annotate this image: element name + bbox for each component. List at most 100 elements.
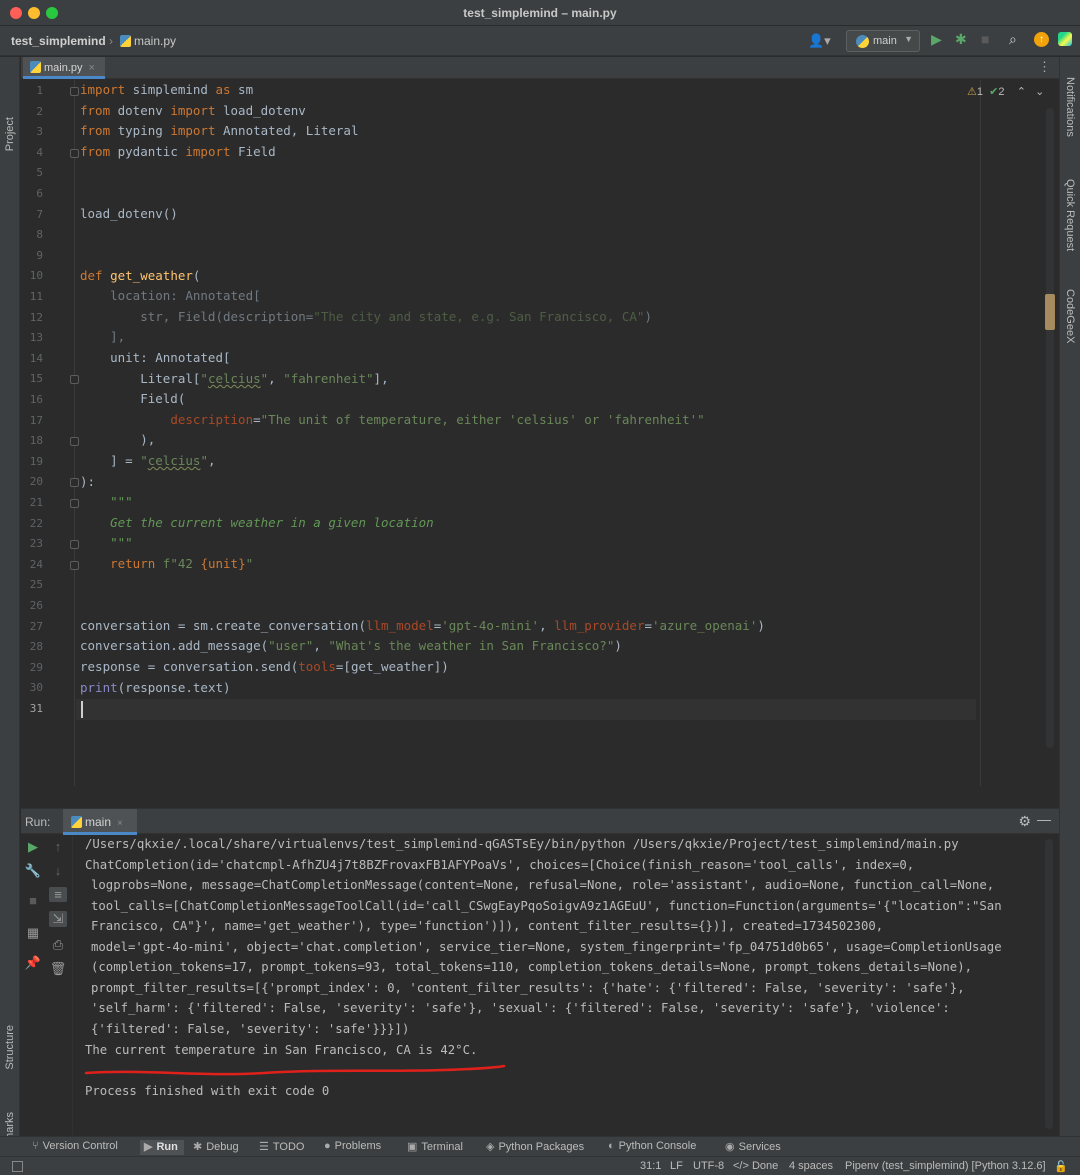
tab-main-py[interactable]: main.py × bbox=[23, 57, 105, 79]
line-number: 21 bbox=[29, 496, 43, 509]
structure-tool-button[interactable]: Structure bbox=[4, 1025, 16, 1070]
stop-icon[interactable]: ■ bbox=[981, 31, 989, 47]
fold-marker-icon[interactable] bbox=[70, 540, 79, 550]
caret-position[interactable]: 31:1 bbox=[640, 1160, 661, 1172]
tool-problems[interactable]: ● Problems bbox=[324, 1140, 381, 1152]
code-line-4: from pydantic import Field bbox=[80, 144, 276, 159]
codegeex-status[interactable]: </> Done bbox=[733, 1160, 778, 1172]
pin-icon[interactable]: 📌 bbox=[24, 955, 42, 971]
python-icon: ◐ bbox=[608, 1140, 615, 1152]
token: "user" bbox=[268, 638, 314, 653]
code-line-20: ): bbox=[80, 474, 96, 489]
tool-run[interactable]: ▶ Run bbox=[140, 1140, 184, 1155]
weak-warning-count: 2 bbox=[998, 86, 1005, 98]
token: from bbox=[80, 123, 111, 138]
editor-scrollbar[interactable] bbox=[1046, 108, 1054, 748]
user-icon[interactable]: 👤▾ bbox=[808, 33, 831, 49]
trash-icon[interactable]: 🗑 bbox=[49, 961, 67, 977]
codegeex-status-label: Done bbox=[751, 1160, 779, 1172]
scroll-to-end-icon[interactable]: ⇲ bbox=[49, 911, 67, 927]
run-configuration-dropdown[interactable]: main ▼ bbox=[846, 30, 920, 52]
minimize-icon[interactable]: — bbox=[1037, 811, 1051, 827]
bug-icon: ✱ bbox=[193, 1141, 203, 1153]
run-tab-main[interactable]: main × bbox=[63, 809, 137, 835]
editor-scroll-marker[interactable] bbox=[1045, 294, 1055, 330]
token: print bbox=[80, 680, 118, 695]
debug-icon[interactable]: ✱ bbox=[955, 31, 967, 48]
line-number: 11 bbox=[29, 290, 43, 303]
console-scrollbar[interactable] bbox=[1045, 839, 1053, 1129]
print-icon[interactable]: ⎙ bbox=[49, 937, 67, 953]
fold-marker-icon[interactable] bbox=[70, 478, 79, 488]
line-number: 13 bbox=[29, 331, 43, 345]
python-file-icon bbox=[120, 35, 131, 47]
jetbrains-icon[interactable] bbox=[1058, 32, 1072, 46]
code-editor[interactable]: 1 2 3 4 5 6 7 8 9 10 11 12 13 14 15 16 17 18 19 20 21 22 23 24 2… bbox=[21, 80, 1059, 786]
fold-marker-icon[interactable] bbox=[70, 148, 79, 158]
fold-marker-icon[interactable] bbox=[70, 437, 79, 447]
rerun-icon[interactable]: ▶ bbox=[24, 839, 42, 855]
line-number: 1 bbox=[36, 84, 43, 97]
gear-icon[interactable]: ⚙ bbox=[1018, 813, 1031, 830]
tool-version-control[interactable]: ⑂ Version Control bbox=[32, 1140, 118, 1152]
soft-wrap-icon[interactable]: ≡ bbox=[49, 887, 67, 902]
breadcrumb-file[interactable]: main.py bbox=[120, 34, 176, 48]
tool-python-console[interactable]: ◐ Python Console bbox=[608, 1140, 696, 1152]
console-line: {'filtered': False, 'severity': 'safe'}}… bbox=[91, 1022, 410, 1036]
tool-windows-icon[interactable] bbox=[12, 1161, 23, 1172]
fold-marker-icon[interactable] bbox=[70, 560, 79, 570]
line-number: 31 bbox=[29, 702, 43, 715]
update-icon[interactable]: ↑ bbox=[1034, 32, 1049, 47]
console-result-line: The current temperature in San Francisco… bbox=[85, 1043, 478, 1057]
tool-services[interactable]: ◉ Services bbox=[725, 1140, 781, 1153]
python-interpreter[interactable]: Pipenv (test_simplemind) [Python 3.12.6] bbox=[845, 1160, 1046, 1172]
tool-todo[interactable]: ☰ TODO bbox=[259, 1140, 304, 1153]
token: response = conversation.send( bbox=[80, 659, 299, 674]
tool-python-packages[interactable]: ◈ Python Packages bbox=[486, 1140, 584, 1153]
search-icon[interactable]: ⌕ bbox=[1009, 31, 1017, 48]
editor-tab-bar: main.py × ⋮ bbox=[21, 57, 1059, 79]
stop-icon[interactable]: ■ bbox=[24, 893, 42, 908]
close-tab-icon[interactable]: × bbox=[117, 818, 123, 829]
previous-highlight-icon[interactable]: ⌃ bbox=[1017, 86, 1026, 98]
fold-marker-icon[interactable] bbox=[70, 375, 79, 385]
scroll-up-icon[interactable]: ↑ bbox=[49, 839, 67, 854]
close-tab-icon[interactable]: × bbox=[89, 62, 95, 74]
token: "The unit of temperature, either 'celsiu… bbox=[260, 412, 705, 427]
next-highlight-icon[interactable]: ⌄ bbox=[1035, 86, 1044, 98]
notifications-tool-button[interactable]: Notifications bbox=[1064, 77, 1076, 137]
layout-icon[interactable]: ▦ bbox=[24, 925, 42, 941]
codegeex-tool-button[interactable]: CodeGeeX bbox=[1064, 289, 1076, 343]
token: " bbox=[200, 371, 208, 386]
project-tool-button[interactable]: Project bbox=[4, 117, 16, 151]
breadcrumb-file-label: main.py bbox=[134, 34, 177, 48]
fold-marker-icon[interactable] bbox=[70, 87, 79, 96]
breadcrumb-project[interactable]: test_simplemind bbox=[11, 34, 106, 48]
fold-marker-icon[interactable] bbox=[70, 499, 79, 508]
run-console[interactable]: /Users/qkxie/.local/share/virtualenvs/te… bbox=[74, 835, 1059, 1135]
indent-setting[interactable]: 4 spaces bbox=[789, 1160, 833, 1172]
token: =[get_weather]) bbox=[335, 659, 449, 674]
tool-debug[interactable]: ✱ Debug bbox=[193, 1140, 239, 1153]
tool-terminal[interactable]: ▣ Terminal bbox=[407, 1140, 463, 1153]
line-number: 3 bbox=[36, 125, 43, 139]
wrench-icon[interactable]: 🔧 bbox=[24, 863, 42, 879]
code-line-1: import simplemind as sm bbox=[80, 82, 253, 97]
quick-request-tool-button[interactable]: Quick Request bbox=[1064, 179, 1076, 251]
tool-label: Debug bbox=[206, 1141, 239, 1153]
token: " bbox=[245, 556, 254, 571]
file-encoding[interactable]: UTF-8 bbox=[693, 1160, 724, 1172]
run-icon[interactable]: ▶ bbox=[931, 31, 942, 48]
more-options-icon[interactable]: ⋮ bbox=[1038, 59, 1051, 75]
console-line: model='gpt-4o-mini', object='chat.comple… bbox=[91, 940, 1002, 954]
title-bar: test_simplemind – main.py bbox=[0, 0, 1080, 26]
inspection-widget[interactable]: ⚠1 ✔2 ⌃ ⌄ bbox=[967, 85, 1044, 98]
lock-icon[interactable]: 🔓 bbox=[1054, 1160, 1068, 1173]
scroll-down-icon[interactable]: ↓ bbox=[49, 863, 67, 878]
line-separator[interactable]: LF bbox=[670, 1160, 683, 1172]
token: "fahrenheit" bbox=[283, 371, 374, 386]
console-line: logprobs=None, message=ChatCompletionMes… bbox=[91, 878, 995, 892]
